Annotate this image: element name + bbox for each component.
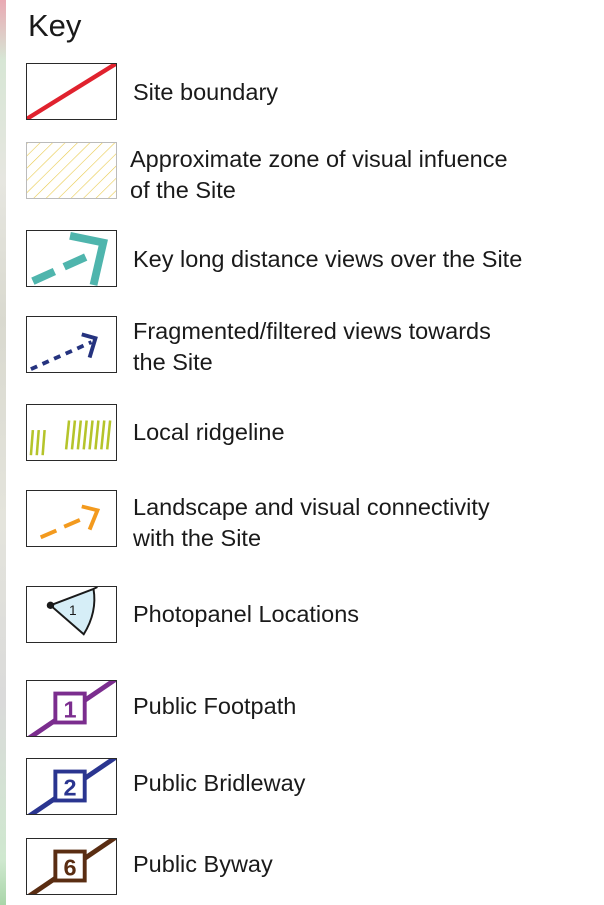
- filtered-view-arrow-icon: [26, 316, 117, 373]
- site-boundary-line: [27, 64, 116, 119]
- legend-label-ridgeline: Local ridgeline: [133, 419, 285, 445]
- map-background-strip: [0, 0, 6, 905]
- legend-item-connectivity: Landscape and visual connectivity with t…: [26, 490, 601, 552]
- legend-item-visual-influence: Approximate zone of visual infuence of t…: [26, 142, 601, 204]
- legend-item-filtered-views: Fragmented/filtered views towards the Si…: [26, 316, 601, 376]
- filtered-view-line: [30, 340, 93, 371]
- key-title: Key: [28, 8, 82, 43]
- legend-label-site-boundary: Site boundary: [133, 79, 279, 105]
- connectivity-arrow-icon: [26, 490, 117, 547]
- connectivity-dash-2: [63, 518, 81, 529]
- filtered-view-arrowhead: [81, 332, 98, 359]
- legend-item-public-bridleway: 2 Public Bridleway: [26, 758, 601, 818]
- legend-label-connectivity: Landscape and visual connectivity with t…: [133, 494, 490, 551]
- public-bridleway-icon: 2: [26, 758, 117, 815]
- footpath-badge-number: 1: [64, 697, 77, 723]
- legend-label-photopanel: Photopanel Locations: [133, 601, 360, 627]
- legend-label-public-bridleway: Public Bridleway: [133, 770, 306, 796]
- legend-label-long-distance-views: Key long distance views over the Site: [133, 246, 523, 272]
- legend-label-public-byway: Public Byway: [133, 851, 273, 877]
- byway-badge-number: 6: [64, 855, 77, 881]
- site-boundary-icon: [26, 63, 117, 120]
- public-byway-icon: 6: [26, 838, 117, 895]
- legend-item-site-boundary: Site boundary: [26, 63, 601, 122]
- photopanel-viewpoint: [46, 601, 55, 609]
- connectivity-dash-1: [39, 528, 58, 540]
- ridgeline-icon: [26, 404, 117, 461]
- legend-item-ridgeline: Local ridgeline: [26, 404, 601, 464]
- long-view-dash-2: [62, 253, 88, 271]
- legend-item-public-byway: 6 Public Byway: [26, 838, 601, 898]
- photopanel-icon: 1: [26, 586, 117, 643]
- bridleway-badge-number: 2: [64, 775, 77, 801]
- long-view-dash-1: [31, 268, 57, 285]
- public-footpath-icon: 1: [26, 680, 117, 737]
- photopanel-number: 1: [69, 603, 77, 618]
- visual-influence-hatch-icon: [26, 142, 117, 199]
- legend-label-visual-influence: Approximate zone of visual infuence of t…: [130, 146, 508, 203]
- legend-item-long-distance-views: Key long distance views over the Site: [26, 230, 601, 290]
- legend-label-filtered-views: Fragmented/filtered views towards the Si…: [133, 318, 491, 375]
- visual-influence-hatch: [27, 143, 116, 198]
- long-distance-view-arrow-icon: [26, 230, 117, 287]
- legend-item-public-footpath: 1 Public Footpath: [26, 680, 601, 740]
- connectivity-arrowhead: [81, 504, 101, 531]
- legend-item-photopanel: 1 Photopanel Locations: [26, 586, 601, 648]
- legend-label-public-footpath: Public Footpath: [133, 693, 297, 719]
